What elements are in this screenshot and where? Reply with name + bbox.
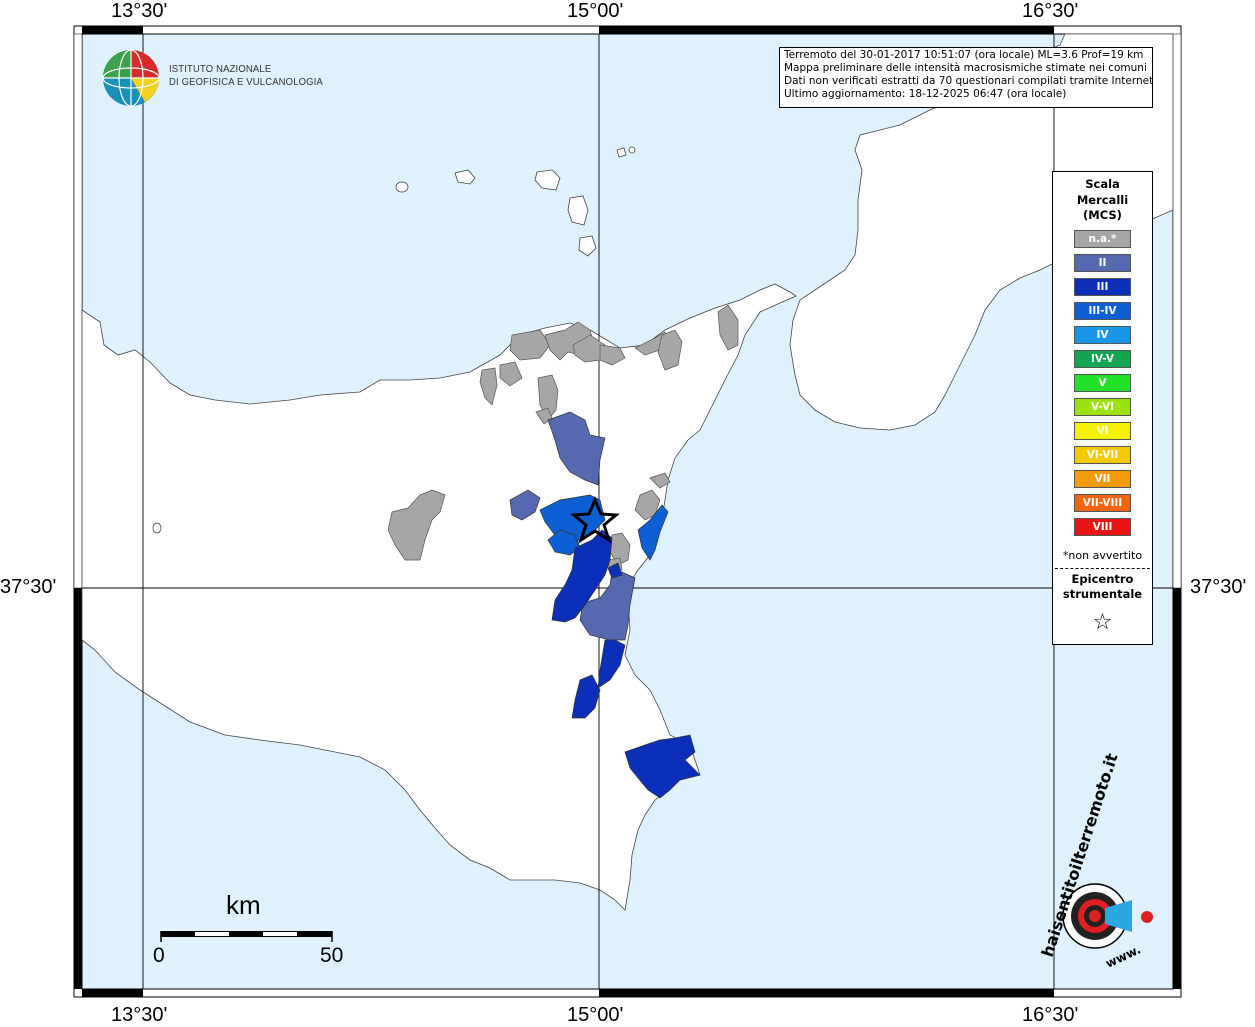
ingv-line1: ISTITUTO NAZIONALE: [169, 63, 272, 75]
legend-title-line3: (MCS): [1083, 208, 1122, 222]
legend-item: VI: [1074, 421, 1131, 440]
info-line1: Terremoto del 30-01-2017 10:51:07 (ora l…: [784, 49, 1144, 61]
scale-start: 0: [153, 944, 165, 967]
legend-item: IV: [1074, 325, 1131, 344]
legend-title-line2: Mercalli: [1076, 192, 1129, 207]
legend-title: Scala Mercalli (MCS): [1053, 177, 1152, 224]
scale-end: 50: [320, 944, 344, 967]
legend-epicenter-label: Epicentro strumentale: [1053, 572, 1152, 603]
legend-divider: [1055, 567, 1150, 569]
ingv-name: ISTITUTO NAZIONALE DI GEOFISICA E VULCAN…: [169, 63, 323, 89]
star-icon: ☆: [1092, 609, 1113, 635]
legend-item: VII-VIII: [1074, 493, 1131, 512]
legend-item: V: [1074, 373, 1131, 392]
legend-items: n.a.* II III III-IV IV IV-V V V-VI VI VI-VII VII VI…: [1053, 229, 1152, 536]
scale-unit: km: [226, 890, 261, 920]
earthquake-info-box: Terremoto del 30-01-2017 10:51:07 (ora l…: [779, 47, 1153, 108]
legend-item: VII: [1074, 469, 1131, 488]
legend-item: VI-VII: [1074, 445, 1131, 464]
info-line2: Mappa preliminare delle intensità macros…: [784, 62, 1147, 74]
ingv-line2: DI GEOFISICA E VULCANOLOGIA: [169, 76, 323, 88]
legend-title-line1: Scala: [1085, 177, 1120, 191]
legend-note: *non avvertito: [1062, 548, 1143, 562]
ingv-logo-icon: [102, 49, 160, 107]
legend-epicenter-line2: strumentale: [1062, 587, 1143, 601]
info-line3: Dati non verificati estratti da 70 quest…: [784, 75, 1153, 87]
legend-item: VIII: [1074, 517, 1131, 536]
legend-item: n.a.*: [1074, 229, 1131, 248]
mcs-legend: Scala Mercalli (MCS) n.a.* II III III-IV IV I…: [1052, 171, 1153, 645]
legend-epicenter-line1: Epicentro: [1071, 571, 1134, 586]
legend-item: IV-V: [1074, 349, 1131, 368]
legend-item: II: [1074, 253, 1131, 272]
legend-item: III: [1074, 277, 1131, 296]
legend-item: III-IV: [1074, 301, 1131, 320]
info-line4: Ultimo aggiornamento: 18-12-2025 06:47 (…: [784, 88, 1067, 100]
legend-item: V-VI: [1074, 397, 1131, 416]
